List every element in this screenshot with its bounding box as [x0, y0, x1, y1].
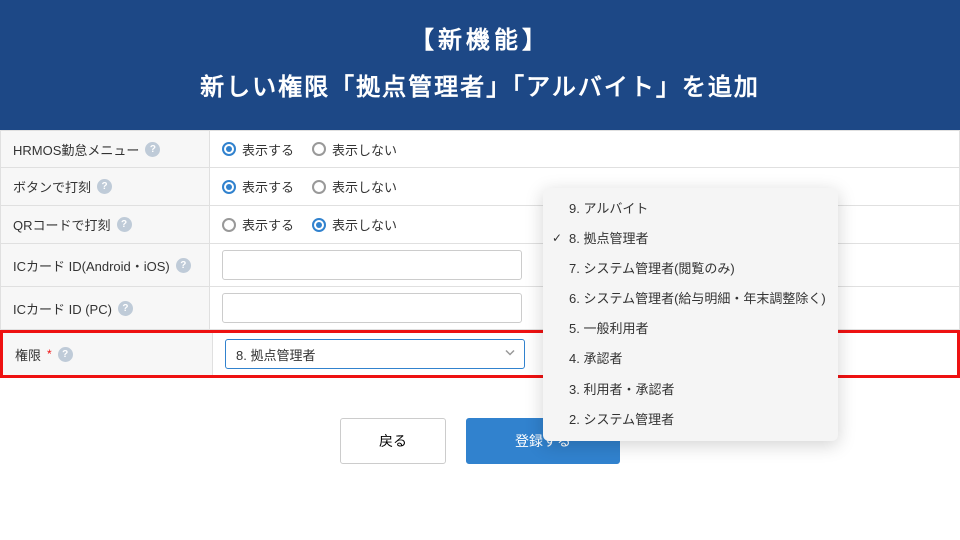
radio-label: 表示しない — [332, 215, 397, 234]
radio-show[interactable]: 表示する — [222, 177, 294, 196]
label-text: ICカード ID(Android・iOS) — [13, 256, 170, 275]
row-hrmos-menu: HRMOS勤怠メニュー ? 表示する 表示しない — [0, 130, 960, 168]
dropdown-item[interactable]: 2. システム管理者 — [543, 405, 838, 435]
ic-mobile-input[interactable] — [222, 250, 522, 280]
label-ic-mobile: ICカード ID(Android・iOS) ? — [0, 244, 210, 286]
dropdown-item[interactable]: 4. 承認者 — [543, 344, 838, 374]
announcement-banner: 【新機能】 新しい権限「拠点管理者」「アルバイト」を追加 — [0, 0, 960, 130]
radio-icon — [222, 218, 236, 232]
label-text: QRコードで打刻 — [13, 215, 111, 234]
radio-icon — [312, 218, 326, 232]
radio-icon — [312, 142, 326, 156]
radio-label: 表示しない — [332, 177, 397, 196]
radio-icon — [312, 180, 326, 194]
help-icon[interactable]: ? — [58, 347, 73, 362]
label-text: HRMOS勤怠メニュー — [13, 140, 139, 159]
radio-hide[interactable]: 表示しない — [312, 215, 397, 234]
radio-icon — [222, 142, 236, 156]
chevron-down-icon — [504, 347, 516, 362]
settings-form: HRMOS勤怠メニュー ? 表示する 表示しない ボタンで打刻 ? 表示する 表… — [0, 130, 960, 378]
help-icon[interactable]: ? — [176, 258, 191, 273]
radio-label: 表示する — [242, 140, 294, 159]
banner-title-line2: 新しい権限「拠点管理者」「アルバイト」を追加 — [0, 67, 960, 102]
radio-hide[interactable]: 表示しない — [312, 140, 397, 159]
help-icon[interactable]: ? — [145, 142, 160, 157]
label-permission: 権限 * ? — [3, 333, 213, 375]
dropdown-item[interactable]: 8. 拠点管理者 — [543, 224, 838, 254]
radio-show[interactable]: 表示する — [222, 140, 294, 159]
label-ic-pc: ICカード ID (PC) ? — [0, 287, 210, 329]
back-button[interactable]: 戻る — [340, 418, 446, 464]
label-hrmos-menu: HRMOS勤怠メニュー ? — [0, 131, 210, 167]
select-value: 8. 拠点管理者 — [236, 345, 315, 364]
dropdown-item[interactable]: 5. 一般利用者 — [543, 314, 838, 344]
label-text: ICカード ID (PC) — [13, 299, 112, 318]
help-icon[interactable]: ? — [97, 179, 112, 194]
dropdown-item[interactable]: 6. システム管理者(給与明細・年末調整除く) — [543, 284, 838, 314]
label-text: ボタンで打刻 — [13, 177, 91, 196]
dropdown-item[interactable]: 3. 利用者・承認者 — [543, 375, 838, 405]
required-mark: * — [47, 347, 52, 361]
permission-dropdown: 9. アルバイト8. 拠点管理者7. システム管理者(閲覧のみ)6. システム管… — [543, 188, 838, 441]
banner-title-line1: 【新機能】 — [0, 20, 960, 55]
radio-label: 表示する — [242, 177, 294, 196]
radio-icon — [222, 180, 236, 194]
label-button-punch: ボタンで打刻 ? — [0, 168, 210, 205]
radio-label: 表示しない — [332, 140, 397, 159]
controls-hrmos-menu: 表示する 表示しない — [210, 131, 960, 167]
dropdown-item[interactable]: 7. システム管理者(閲覧のみ) — [543, 254, 838, 284]
label-qr-punch: QRコードで打刻 ? — [0, 206, 210, 243]
help-icon[interactable]: ? — [118, 301, 133, 316]
ic-pc-input[interactable] — [222, 293, 522, 323]
radio-show[interactable]: 表示する — [222, 215, 294, 234]
radio-label: 表示する — [242, 215, 294, 234]
dropdown-item[interactable]: 9. アルバイト — [543, 194, 838, 224]
label-text: 権限 — [15, 345, 41, 364]
radio-hide[interactable]: 表示しない — [312, 177, 397, 196]
permission-select[interactable]: 8. 拠点管理者 — [225, 339, 525, 369]
help-icon[interactable]: ? — [117, 217, 132, 232]
